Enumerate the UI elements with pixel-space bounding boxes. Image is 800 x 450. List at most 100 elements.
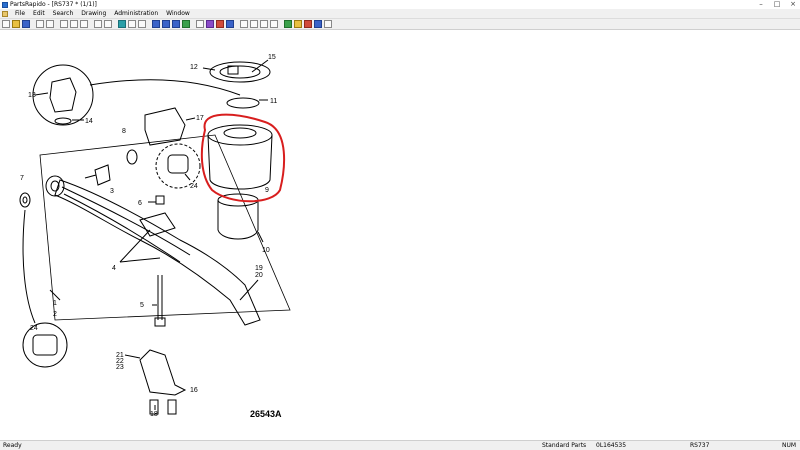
callout-16[interactable]: 16	[190, 387, 198, 394]
callout-20[interactable]: 20	[255, 272, 263, 279]
menu-edit[interactable]: Edit	[29, 9, 49, 18]
open-icon[interactable]	[12, 20, 20, 28]
detail-circle-24	[155, 143, 201, 189]
menu-drawing[interactable]: Drawing	[77, 9, 110, 18]
callout-10[interactable]: 10	[262, 247, 270, 254]
hotspot-icon[interactable]	[314, 20, 322, 28]
close-button[interactable]: ×	[788, 0, 798, 9]
callout-9[interactable]: 9	[265, 187, 269, 194]
callout-24-upper[interactable]: 24	[190, 183, 198, 190]
callout-23[interactable]: 23	[116, 364, 124, 371]
callout-18[interactable]: 18	[150, 411, 158, 418]
export-icon[interactable]	[240, 20, 248, 28]
washer-7	[19, 192, 31, 208]
tool-icon[interactable]	[206, 20, 214, 28]
callout-7[interactable]: 7	[20, 175, 24, 182]
refresh-icon[interactable]	[182, 20, 190, 28]
app-icon	[2, 1, 8, 8]
minimize-button[interactable]: –	[756, 0, 766, 9]
callout-13[interactable]: 13	[28, 92, 36, 99]
find-icon[interactable]	[118, 20, 126, 28]
assembly-frame-outline	[39, 134, 291, 321]
settings-icon[interactable]	[196, 20, 204, 28]
status-num: NUM	[782, 442, 797, 449]
rubber-bushing-9-bore	[223, 127, 257, 139]
about-icon[interactable]	[324, 20, 332, 28]
spring-eye	[45, 175, 65, 197]
maximize-button[interactable]: □	[772, 0, 782, 9]
drawing-canvas[interactable]: 13 14 12 15 11 17 8 24 9 10 7 3 6 4 5 19…	[0, 30, 800, 440]
leader-12	[202, 67, 216, 71]
drawing-reference: 26543A	[250, 409, 282, 419]
callout-11[interactable]: 11	[270, 98, 277, 105]
callout-1[interactable]: 1	[53, 300, 57, 307]
callout-6[interactable]: 6	[138, 200, 142, 207]
callout-5[interactable]: 5	[140, 302, 144, 309]
rubber-bushing-9	[207, 134, 273, 190]
callout-19[interactable]: 19	[255, 265, 263, 272]
import-icon[interactable]	[250, 20, 258, 28]
leader-24	[184, 173, 191, 181]
cut-icon[interactable]	[60, 20, 68, 28]
print-preview-icon[interactable]	[46, 20, 54, 28]
undo-icon[interactable]	[94, 20, 102, 28]
leader-1-2	[49, 289, 61, 301]
home-icon[interactable]	[152, 20, 160, 28]
back-icon[interactable]	[162, 20, 170, 28]
filter-icon[interactable]	[284, 20, 292, 28]
grid-icon[interactable]	[260, 20, 268, 28]
o-ring-14	[54, 117, 72, 125]
tag-icon[interactable]	[294, 20, 302, 28]
menu-search[interactable]: Search	[49, 9, 78, 18]
nut-6	[155, 195, 165, 205]
callout-4[interactable]: 4	[112, 265, 116, 272]
copy-icon[interactable]	[70, 20, 78, 28]
menu-bar: File Edit Search Drawing Administration …	[0, 9, 800, 19]
save-icon[interactable]	[22, 20, 30, 28]
leader-4b	[119, 257, 161, 263]
callout-3[interactable]: 3	[110, 188, 114, 195]
menu-file[interactable]: File	[11, 9, 29, 18]
callout-14[interactable]: 14	[85, 118, 93, 125]
bolt-5-head	[154, 317, 166, 327]
pin-3-stem	[84, 174, 97, 179]
status-ready: Ready	[3, 442, 22, 449]
document-icon[interactable]	[2, 10, 8, 17]
exploded-parts-drawing: 13 14 12 15 11 17 8 24 9 10 7 3 6 4 5 19…	[19, 54, 291, 419]
callout-24-lower[interactable]: 24	[30, 325, 38, 332]
new-icon[interactable]	[2, 20, 10, 28]
info-icon[interactable]	[226, 20, 234, 28]
forward-icon[interactable]	[172, 20, 180, 28]
nut-8	[126, 149, 138, 165]
callout-17[interactable]: 17	[196, 115, 204, 122]
title-bar: PartsRapido - [RS737 * (1/1)] – □ ×	[0, 0, 800, 9]
paste-icon[interactable]	[80, 20, 88, 28]
leader-21-23	[124, 354, 141, 359]
pin-3	[94, 164, 111, 186]
list-icon[interactable]	[270, 20, 278, 28]
flag-icon[interactable]	[304, 20, 312, 28]
status-drawing: RS737	[690, 442, 710, 449]
bushing-24-lower	[32, 334, 58, 356]
window-title: PartsRapido - [RS737 * (1/1)]	[10, 1, 97, 8]
help-icon[interactable]	[216, 20, 224, 28]
print-icon[interactable]	[36, 20, 44, 28]
redo-icon[interactable]	[104, 20, 112, 28]
status-bar: Ready Standard Parts 0L164535 RS737 NUM	[0, 440, 800, 450]
menu-administration[interactable]: Administration	[110, 9, 162, 18]
leader-4	[119, 229, 151, 263]
leader-17	[185, 117, 196, 121]
zoom-in-icon[interactable]	[128, 20, 136, 28]
washer-11	[226, 97, 260, 109]
callout-12[interactable]: 12	[190, 64, 198, 71]
callout-8[interactable]: 8	[122, 128, 126, 135]
menu-window[interactable]: Window	[162, 9, 194, 18]
callout-line	[89, 79, 241, 96]
callout-15[interactable]: 15	[268, 54, 276, 61]
pin-18b	[167, 399, 177, 415]
zoom-out-icon[interactable]	[138, 20, 146, 28]
leader-13	[34, 92, 49, 96]
leader-15	[251, 59, 269, 73]
callout-2[interactable]: 2	[53, 311, 57, 318]
bracket-16	[139, 349, 187, 396]
